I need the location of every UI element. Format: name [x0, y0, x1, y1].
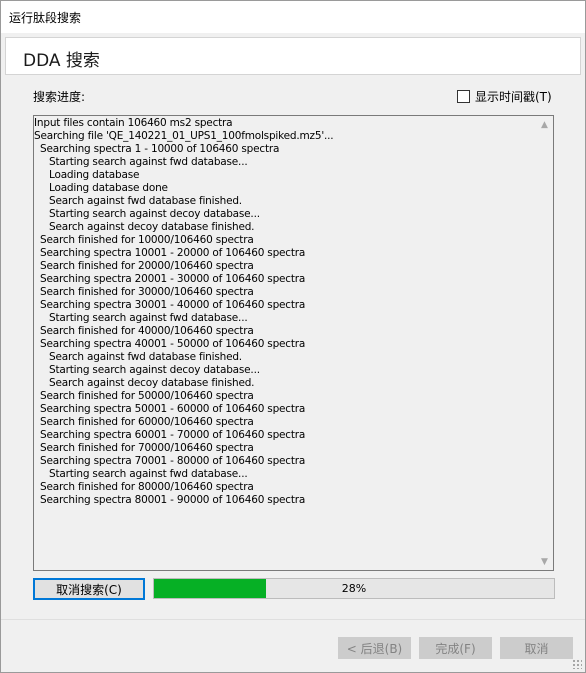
log-line: Search finished for 40000/106460 spectra	[40, 325, 254, 337]
log-line: Starting search against decoy database..…	[49, 208, 260, 220]
log-line: Starting search against fwd database...	[49, 468, 248, 480]
cancel-button[interactable]: 取消	[500, 637, 573, 659]
log-line: Search finished for 50000/106460 spectra	[40, 390, 254, 402]
resize-grip-icon[interactable]	[572, 659, 582, 669]
wizard-header: DDA 搜索	[5, 37, 581, 75]
chevron-up-icon[interactable]: ▲	[536, 116, 553, 133]
log-line: Searching spectra 30001 - 40000 of 10646…	[40, 299, 306, 311]
progress-percent-text: 28%	[341, 582, 367, 595]
window-title: 运行肽段搜索	[9, 11, 82, 25]
log-line: Input files contain 106460 ms2 spectra	[34, 117, 233, 129]
search-progress-bar: 28%	[153, 578, 555, 599]
finish-button[interactable]: 完成(F)	[419, 637, 492, 659]
log-line: Search finished for 30000/106460 spectra	[40, 286, 254, 298]
log-line: Starting search against fwd database...	[49, 312, 248, 324]
log-line: Searching spectra 40001 - 50000 of 10646…	[40, 338, 306, 350]
log-lines: Input files contain 106460 ms2 spectra Se…	[34, 116, 535, 570]
title-bar: 运行肽段搜索	[1, 1, 585, 33]
log-line: Searching spectra 80001 - 90000 of 10646…	[40, 494, 306, 506]
log-line: Searching spectra 20001 - 30000 of 10646…	[40, 273, 306, 285]
log-line: Search finished for 10000/106460 spectra	[40, 234, 254, 246]
log-line: Searching spectra 1 - 10000 of 106460 sp…	[40, 143, 280, 155]
log-line: Search against decoy database finished.	[49, 377, 255, 389]
log-line: Starting search against decoy database..…	[49, 364, 260, 376]
log-line: Search against fwd database finished.	[49, 195, 242, 207]
footer-divider	[1, 619, 585, 620]
log-line: Searching spectra 50001 - 60000 of 10646…	[40, 403, 306, 415]
log-line: Search finished for 20000/106460 spectra	[40, 260, 254, 272]
log-line: Loading database done	[49, 182, 168, 194]
wizard-window: 运行肽段搜索 DDA 搜索 搜索进度: 显示时间戳(T) Input files…	[0, 0, 586, 673]
log-line: Loading database	[49, 169, 140, 181]
log-line: Search finished for 60000/106460 spectra	[40, 416, 254, 428]
chevron-down-icon[interactable]: ▼	[536, 553, 553, 570]
log-line: Searching spectra 10001 - 20000 of 10646…	[40, 247, 306, 259]
log-line: Search against decoy database finished.	[49, 221, 255, 233]
page-title: DDA 搜索	[23, 51, 100, 71]
back-button[interactable]: < 后退(B)	[338, 637, 411, 659]
cancel-search-button[interactable]: 取消搜索(C)	[33, 578, 145, 600]
checkbox-box[interactable]	[457, 90, 470, 103]
log-line: Search finished for 70000/106460 spectra	[40, 442, 254, 454]
log-line: Searching spectra 60001 - 70000 of 10646…	[40, 429, 306, 441]
log-line: Searching spectra 70001 - 80000 of 10646…	[40, 455, 306, 467]
log-line: Starting search against fwd database...	[49, 156, 248, 168]
log-line: Search finished for 80000/106460 spectra	[40, 481, 254, 493]
show-timestamp-checkbox[interactable]: 显示时间戳(T)	[457, 88, 552, 105]
log-scrollbar[interactable]: ▲ ▼	[536, 116, 553, 570]
progress-label: 搜索进度:	[33, 90, 86, 104]
show-timestamp-label: 显示时间戳(T)	[475, 90, 552, 104]
log-line: Search against fwd database finished.	[49, 351, 242, 363]
log-line: Searching file 'QE_140221_01_UPS1_100fmo…	[34, 130, 334, 142]
search-log[interactable]: Input files contain 106460 ms2 spectra Se…	[33, 115, 554, 571]
